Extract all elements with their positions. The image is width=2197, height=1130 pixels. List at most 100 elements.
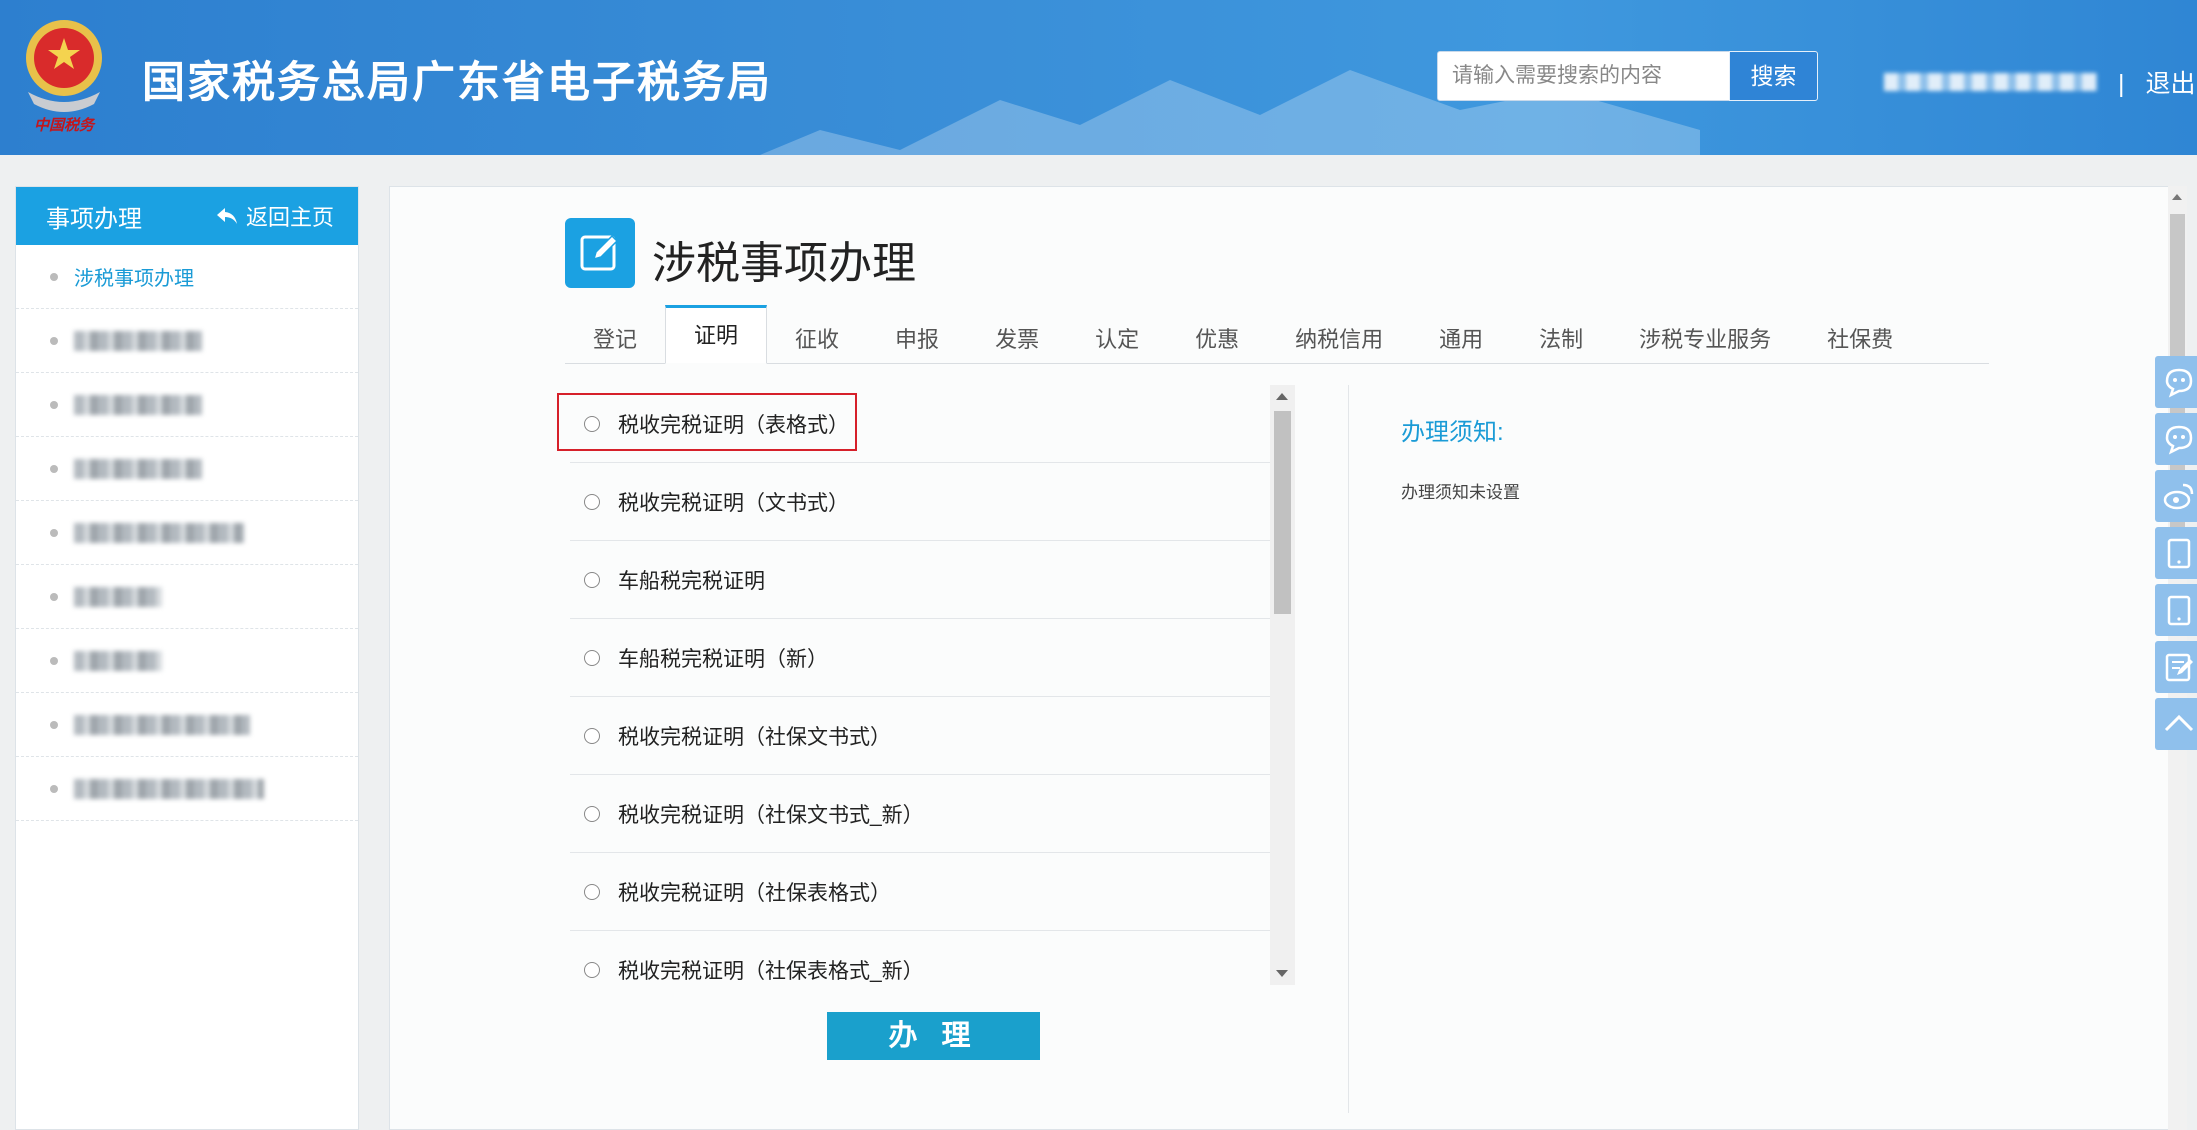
list-item[interactable]: 税收完税证明（社保文书式_新） [570, 775, 1270, 853]
page-title: 涉税事项办理 [652, 239, 916, 288]
bullet-dot [50, 336, 58, 345]
search-button[interactable]: 搜索 [1729, 51, 1818, 101]
category-tabs: 登记 证明 征收 申报 发票 认定 优惠 纳税信用 通用 法制 涉税专业服务 社… [565, 305, 1989, 364]
weibo-button[interactable] [2155, 470, 2197, 522]
site-title: 国家税务总局广东省电子税务局 [142, 59, 772, 107]
scroll-up-arrow-icon[interactable] [2172, 194, 2182, 200]
tab-declaration[interactable]: 申报 [867, 317, 967, 363]
sidebar-item-label: 涉税事项办理 [74, 268, 194, 290]
tab-certificate[interactable]: 证明 [665, 305, 768, 364]
floating-toolbar [2155, 356, 2197, 755]
mobile-app-button[interactable] [2155, 527, 2197, 579]
edit-icon [580, 234, 619, 271]
main-panel: 涉税事项办理 登记 证明 征收 申报 发票 认定 优惠 纳税信用 通用 法制 涉… [389, 186, 2172, 1130]
back-to-top-button[interactable] [2155, 698, 2197, 750]
option-list: 税收完税证明（表格式） 税收完税证明（文书式） 车船税完税证明 车船税完税证明（… [570, 385, 1295, 983]
sidebar-item-tax-matters[interactable]: 涉税事项办理 [16, 245, 358, 309]
radio-button[interactable] [584, 727, 600, 744]
option-list-scrollbar[interactable] [1270, 385, 1295, 985]
notice-text: 办理须知未设置 [1401, 483, 1520, 502]
list-item[interactable]: 税收完税证明（文书式） [570, 463, 1270, 541]
search-input[interactable]: 请输入需要搜索的内容 [1437, 51, 1730, 101]
scroll-thumb[interactable] [1274, 411, 1291, 614]
tab-tax-credit[interactable]: 纳税信用 [1267, 317, 1411, 363]
tablet-icon [2167, 538, 2191, 569]
tab-social-security[interactable]: 社保费 [1799, 317, 1921, 363]
tab-levy[interactable]: 征收 [767, 317, 867, 363]
list-item[interactable]: 车船税完税证明 [570, 541, 1270, 619]
tab-professional-service[interactable]: 涉税专业服务 [1611, 317, 1799, 363]
option-label: 车船税完税证明 [618, 569, 765, 593]
bullet-dot [50, 400, 58, 409]
sidebar-item-redacted[interactable] [16, 309, 358, 373]
handle-button[interactable]: 办 理 [827, 1012, 1040, 1060]
redacted-label [74, 586, 162, 607]
option-label: 车船税完税证明（新） [618, 647, 828, 671]
redacted-label [74, 522, 244, 543]
tab-invoice[interactable]: 发票 [967, 317, 1067, 363]
bullet-dot [50, 464, 58, 473]
radio-button[interactable] [584, 805, 600, 822]
user-info-redacted [1884, 73, 2097, 91]
option-label: 税收完税证明（文书式） [618, 491, 849, 515]
radio-button[interactable] [584, 649, 600, 666]
bullet-dot [50, 592, 58, 601]
radio-button[interactable] [584, 961, 600, 978]
logout-area: | 退出 [2118, 64, 2195, 100]
mobile-app-button-2[interactable] [2155, 584, 2197, 636]
online-chat-button[interactable] [2155, 356, 2197, 408]
logout-link[interactable]: 退出 [2145, 70, 2195, 98]
sidebar-title: 事项办理 [46, 205, 142, 233]
radio-button[interactable] [584, 571, 600, 588]
tab-preferential[interactable]: 优惠 [1167, 317, 1267, 363]
online-chat-button-2[interactable] [2155, 413, 2197, 465]
tab-legal[interactable]: 法制 [1511, 317, 1611, 363]
radio-button[interactable] [584, 493, 600, 510]
sidebar-item-redacted[interactable] [16, 437, 358, 501]
option-label: 税收完税证明（社保文书式_新） [618, 803, 924, 827]
sidebar-item-redacted[interactable] [16, 757, 358, 821]
sidebar-item-redacted[interactable] [16, 629, 358, 693]
scroll-down-arrow-icon[interactable] [1276, 970, 1288, 977]
option-label: 税收完税证明（社保文书式） [618, 725, 891, 749]
redacted-label [74, 778, 264, 799]
sidebar: 事项办理 返回主页 涉税事项办理 [15, 186, 359, 1130]
sidebar-item-redacted[interactable] [16, 565, 358, 629]
highlight-box [557, 393, 857, 451]
top-header: 中国税务 国家税务总局广东省电子税务局 请输入需要搜索的内容 搜索 | 退出 [0, 0, 2197, 155]
edit-form-icon [565, 218, 635, 288]
list-item[interactable]: 税收完税证明（社保表格式） [570, 853, 1270, 931]
divider [1348, 385, 1349, 1113]
sidebar-item-redacted[interactable] [16, 501, 358, 565]
bullet-dot [50, 528, 58, 537]
redacted-label [74, 394, 202, 415]
list-item[interactable]: 税收完税证明（社保文书式） [570, 697, 1270, 775]
bullet-dot [50, 720, 58, 729]
tab-general[interactable]: 通用 [1411, 317, 1511, 363]
sidebar-item-redacted[interactable] [16, 373, 358, 437]
bullet-dot [50, 272, 58, 281]
weibo-icon [2163, 483, 2194, 510]
tab-recognition[interactable]: 认定 [1067, 317, 1167, 363]
option-label: 税收完税证明（社保表格式_新） [618, 959, 924, 983]
back-home-label: 返回主页 [245, 205, 334, 230]
tax-emblem-logo: 中国税务 [26, 20, 102, 134]
sidebar-header: 事项办理 返回主页 [16, 187, 358, 245]
tab-registration[interactable]: 登记 [565, 317, 665, 363]
notice-title: 办理须知: [1401, 419, 1504, 446]
back-arrow-icon [216, 208, 237, 224]
redacted-label [74, 330, 202, 351]
scroll-up-arrow-icon[interactable] [1276, 393, 1288, 400]
bullet-dot [50, 784, 58, 793]
bullet-dot [50, 656, 58, 665]
chat-icon [2165, 425, 2193, 455]
redacted-label [74, 714, 250, 735]
list-item[interactable]: 车船税完税证明（新） [570, 619, 1270, 697]
back-home-link[interactable]: 返回主页 [216, 200, 334, 232]
edit-icon [2165, 653, 2193, 682]
radio-button[interactable] [584, 883, 600, 900]
feedback-button[interactable] [2155, 641, 2197, 693]
list-item[interactable]: 税收完税证明（社保表格式_新） [570, 931, 1270, 983]
sidebar-item-redacted[interactable] [16, 693, 358, 757]
option-label: 税收完税证明（社保表格式） [618, 881, 891, 905]
